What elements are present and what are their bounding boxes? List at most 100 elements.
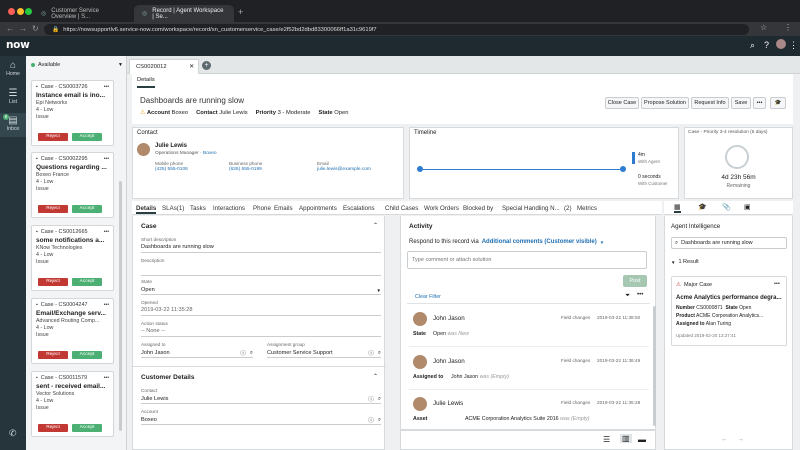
subtab-8[interactable]: Child Cases <box>385 205 418 212</box>
forward-icon[interactable]: → <box>19 24 32 33</box>
search-icon[interactable]: ⌕ <box>378 417 381 424</box>
reject-button[interactable]: Reject <box>38 351 68 359</box>
short-description-field[interactable]: Dashboards are running slow <box>141 244 381 253</box>
subtab-3[interactable]: Interactions <box>213 205 245 212</box>
nav-list[interactable]: ☰ List <box>0 88 26 105</box>
results-count[interactable]: ▼ 1 Result <box>671 259 699 265</box>
knowledge-icon[interactable]: 🎓 <box>698 203 707 211</box>
more-icon[interactable]: ••• <box>774 281 780 287</box>
inbox-card[interactable]: ▪ Case - CS0002295 ••• Questions regarding … <box>31 152 114 218</box>
state-select[interactable]: Open ▼ <box>141 286 381 295</box>
more-icon[interactable]: ••• <box>104 302 109 308</box>
filter-icon[interactable]: ⏷ <box>625 292 630 300</box>
browser-tab-0[interactable]: ◎ Customer Service Overview | S... <box>33 5 133 22</box>
close-tab-icon[interactable]: ✕ <box>189 64 194 70</box>
collapse-chevron-icon[interactable]: ⌃ <box>373 373 378 380</box>
post-button[interactable]: Post <box>623 275 647 287</box>
reject-button[interactable]: Reject <box>38 424 68 432</box>
agent-intel-search[interactable]: ⌕ Dashboards are running slow <box>671 237 787 249</box>
info-icon[interactable]: ⓘ <box>240 349 246 357</box>
info-icon[interactable]: ⓘ <box>368 349 374 357</box>
subtab-4[interactable]: Phone <box>253 205 271 212</box>
subtab-0[interactable]: Details <box>136 205 157 214</box>
nav-inbox[interactable]: ▤ Inbox 6 <box>0 113 26 137</box>
subtab-2[interactable]: Tasks <box>190 205 206 212</box>
assigned-to-field[interactable]: John Jason ⓘ ⌕ <box>141 349 253 358</box>
list-view-icon[interactable]: ☰ <box>603 435 610 444</box>
more-actions-icon[interactable]: ••• <box>753 97 766 109</box>
reload-icon[interactable]: ↻ <box>32 24 44 33</box>
more-icon[interactable]: ••• <box>104 84 109 90</box>
action-status-field[interactable]: -- None -- <box>141 328 381 337</box>
inbox-card[interactable]: ▪ Case - CS0003726 ••• Instance email is in… <box>31 80 114 146</box>
contact-name[interactable]: Julie Lewis <box>155 143 187 149</box>
browser-menu-icon[interactable]: ⋮ <box>784 23 792 32</box>
next-result-icon[interactable]: → <box>737 436 744 443</box>
details-tab[interactable]: Details <box>137 77 155 88</box>
inbox-card[interactable]: ▪ Case - CS0012665 ••• some notifications a… <box>31 225 114 291</box>
search-icon[interactable]: ⌕ <box>250 350 253 357</box>
inbox-scrollbar[interactable] <box>119 181 122 431</box>
contact-value[interactable]: Julie Lewis <box>219 110 247 116</box>
window-controls[interactable] <box>8 8 33 17</box>
comment-input[interactable] <box>407 251 647 269</box>
subtab-5[interactable]: Emails <box>274 205 293 212</box>
info-icon[interactable]: ⓘ <box>368 416 374 424</box>
subtab-12[interactable]: (2) <box>564 205 572 212</box>
result-card[interactable]: ⚠ Major Case ••• Acme Analytics performa… <box>671 276 787 346</box>
record-tab[interactable]: CS0020012 ✕ <box>129 59 199 74</box>
reject-button[interactable]: Reject <box>38 278 68 286</box>
card-view-icon[interactable]: ▬ <box>638 435 646 444</box>
business-phone-value[interactable]: (626) 555-0199 <box>229 167 262 172</box>
more-icon[interactable]: ••• <box>637 292 643 298</box>
collapse-chevron-icon[interactable]: ⌃ <box>373 222 378 229</box>
back-icon[interactable]: ← <box>6 24 19 33</box>
accept-button[interactable]: Accept <box>72 278 102 286</box>
search-icon[interactable]: ⌕ <box>750 40 755 51</box>
browser-tab-1[interactable]: ◎ Record | Agent Workspace | Se... <box>134 5 234 22</box>
request-info-button[interactable]: Request Info <box>691 97 729 109</box>
new-tab-icon[interactable]: + <box>238 7 243 17</box>
agent-status-select[interactable]: Available ▼ <box>31 60 123 70</box>
attachment-icon[interactable]: 📎 <box>722 203 731 211</box>
accept-button[interactable]: Accept <box>72 205 102 213</box>
more-icon[interactable]: ••• <box>104 229 109 235</box>
activity-scrollbar[interactable] <box>653 306 656 426</box>
nav-arrows[interactable]: ←→↻ <box>6 24 44 33</box>
bookmark-star-icon[interactable]: ☆ <box>760 23 767 32</box>
agent-assist-icon[interactable]: ▦ <box>674 203 681 213</box>
user-avatar[interactable] <box>776 39 786 49</box>
timeline-start-marker[interactable] <box>417 166 423 172</box>
subtab-1[interactable]: SLAs(1) <box>162 205 184 212</box>
subtab-11[interactable]: Special Handling N... <box>502 205 560 212</box>
subtab-9[interactable]: Work Orders <box>424 205 459 212</box>
search-icon[interactable]: ⌕ <box>378 396 381 403</box>
subtab-6[interactable]: Appointments <box>299 205 337 212</box>
split-view-icon[interactable]: ▥ <box>620 434 632 443</box>
nav-home[interactable]: ⌂ Home <box>0 60 26 77</box>
email-value[interactable]: julie.lewis@example.com <box>317 167 371 172</box>
details-panel-icon[interactable]: ▣ <box>744 203 751 211</box>
activity-author[interactable]: John Jason <box>433 358 465 365</box>
customer-contact-field[interactable]: Julie Lewis ⓘ ⌕ <box>141 395 381 404</box>
result-title[interactable]: Acme Analytics performance degra... <box>676 295 781 301</box>
more-icon[interactable]: ⋮ <box>789 40 798 51</box>
help-icon[interactable]: ? <box>764 40 769 50</box>
comment-type-select[interactable]: Additional comments (Customer visible) <box>482 239 597 245</box>
save-button[interactable]: Save <box>731 97 751 109</box>
contact-company[interactable]: Boxeo <box>203 151 217 156</box>
subtab-7[interactable]: Escalations <box>343 205 375 212</box>
subtab-13[interactable]: Metrics <box>577 205 597 212</box>
search-icon[interactable]: ⌕ <box>378 350 381 357</box>
assignment-group-field[interactable]: Customer Service Support ⓘ ⌕ <box>267 349 381 358</box>
close-case-button[interactable]: Close Case <box>605 97 639 109</box>
more-icon[interactable]: ••• <box>104 375 109 381</box>
inbox-card[interactable]: ▪ Case - CS0004247 ••• Email/Exchange serv.… <box>31 298 114 364</box>
minimize-window-icon[interactable] <box>16 8 24 15</box>
reject-button[interactable]: Reject <box>38 205 68 213</box>
clear-filter-link[interactable]: Clear Filter <box>415 294 441 300</box>
info-icon[interactable]: ⓘ <box>368 395 374 403</box>
description-field[interactable] <box>141 266 381 276</box>
add-tab-icon[interactable]: + <box>202 61 211 70</box>
inbox-card[interactable]: ▪ Case - CS0011579 ••• sent - received emai… <box>31 371 114 437</box>
